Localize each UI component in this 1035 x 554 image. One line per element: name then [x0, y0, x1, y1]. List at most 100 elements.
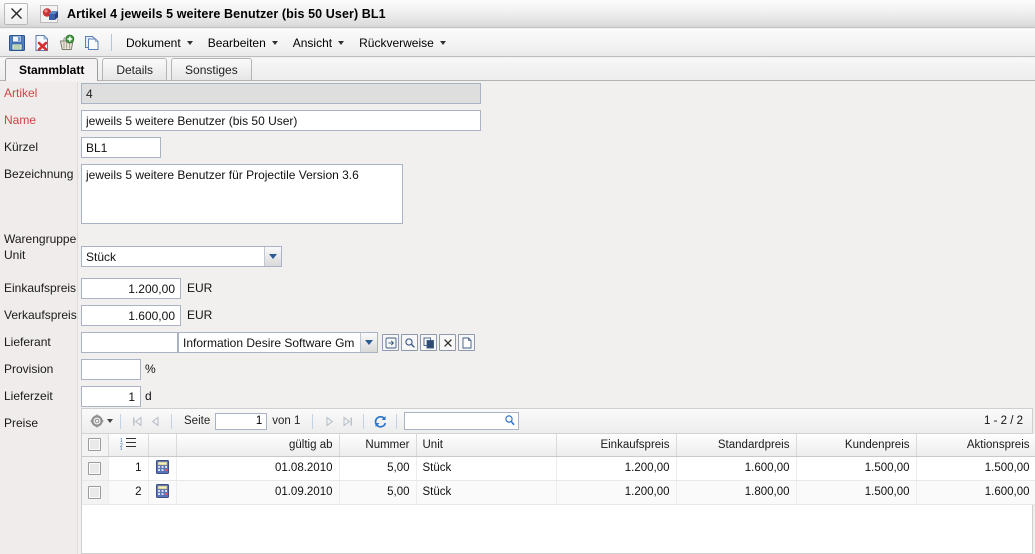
- tab-details[interactable]: Details: [102, 58, 167, 80]
- label-artikel: Artikel: [4, 86, 37, 100]
- lieferzeit-input[interactable]: [81, 386, 141, 407]
- lieferant-select-value: Information Desire Software Gm: [179, 336, 360, 350]
- grid-toolbar-separator: [396, 414, 397, 429]
- grid-search-input[interactable]: [404, 412, 519, 430]
- gear-icon[interactable]: [88, 412, 106, 430]
- preise-table: 1 2 3 gültig ab: [82, 434, 1035, 505]
- grid-toolbar-separator: [120, 414, 121, 429]
- next-page-icon[interactable]: [320, 412, 338, 430]
- grid-toolbar-separator: [312, 414, 313, 429]
- form-area: Artikel Name Kürzel Bezeichnung jeweils …: [0, 82, 1035, 554]
- row-select-cell[interactable]: [82, 456, 108, 480]
- cell-standardpreis: 1.800,00: [676, 480, 796, 504]
- tab-stammblatt[interactable]: Stammblatt: [5, 58, 98, 81]
- cell-nummer: 5,00: [339, 456, 416, 480]
- col-header-standardpreis[interactable]: Standardpreis: [676, 434, 796, 456]
- kuerzel-input[interactable]: [81, 137, 161, 158]
- row-select-cell[interactable]: [82, 480, 108, 504]
- page-label: Seite: [184, 415, 210, 427]
- copy-reference-icon[interactable]: [420, 334, 437, 351]
- chevron-down-icon: [360, 333, 377, 352]
- row-checkbox[interactable]: [88, 486, 101, 499]
- verkaufspreis-currency: EUR: [187, 308, 212, 322]
- row-type-cell[interactable]: [148, 480, 176, 504]
- table-row[interactable]: 1: [82, 456, 1035, 480]
- tab-bar: Stammblatt Details Sonstiges: [0, 58, 1035, 81]
- icon-column-header: [148, 434, 176, 456]
- cell-gueltig-ab: 01.08.2010: [176, 456, 339, 480]
- close-window-button[interactable]: [4, 3, 28, 25]
- tab-sonstiges[interactable]: Sonstiges: [171, 58, 252, 80]
- label-lieferzeit: Lieferzeit: [4, 389, 53, 403]
- chevron-down-icon: [272, 41, 278, 45]
- chevron-down-icon: [264, 247, 281, 266]
- menu-bearbeiten[interactable]: Bearbeiten: [202, 33, 285, 53]
- label-preise: Preise: [4, 416, 38, 430]
- grid-toolbar-separator: [363, 414, 364, 429]
- clear-icon[interactable]: [439, 334, 456, 351]
- col-header-unit[interactable]: Unit: [416, 434, 556, 456]
- new-document-icon[interactable]: [458, 334, 475, 351]
- bezeichnung-textarea[interactable]: jeweils 5 weitere Benutzer für Projectil…: [81, 164, 403, 224]
- row-number-header[interactable]: 1 2 3: [108, 434, 148, 456]
- col-header-nummer[interactable]: Nummer: [339, 434, 416, 456]
- cell-standardpreis: 1.600,00: [676, 456, 796, 480]
- page-input[interactable]: [215, 413, 267, 430]
- menu-dokument[interactable]: Dokument: [120, 33, 200, 53]
- row-type-cell[interactable]: [148, 456, 176, 480]
- add-to-basket-icon[interactable]: [56, 32, 78, 54]
- tab-sonstiges-label: Sonstiges: [185, 63, 238, 77]
- save-icon[interactable]: [6, 32, 28, 54]
- label-unit: Unit: [4, 248, 25, 262]
- artikel-input[interactable]: [81, 83, 481, 104]
- last-page-icon[interactable]: [338, 412, 356, 430]
- lieferant-select[interactable]: Information Desire Software Gm: [178, 332, 378, 353]
- main-toolbar: Dokument Bearbeiten Ansicht Rückverweise: [0, 29, 1035, 57]
- first-page-icon[interactable]: [128, 412, 146, 430]
- table-row[interactable]: 2: [82, 480, 1035, 504]
- lieferant-input[interactable]: [81, 332, 178, 353]
- refresh-icon[interactable]: [371, 412, 389, 430]
- open-reference-icon[interactable]: [382, 334, 399, 351]
- close-icon: [9, 6, 24, 21]
- col-header-kundenpreis[interactable]: Kundenpreis: [796, 434, 916, 456]
- copy-icon[interactable]: [81, 32, 103, 54]
- menu-ansicht-label: Ansicht: [293, 36, 332, 50]
- col-header-aktionspreis[interactable]: Aktionspreis: [916, 434, 1035, 456]
- sort-numeric-icon: 1 2 3: [120, 436, 137, 450]
- chevron-down-icon: [338, 41, 344, 45]
- cell-gueltig-ab: 01.09.2010: [176, 480, 339, 504]
- menu-rueckverweise[interactable]: Rückverweise: [353, 33, 453, 53]
- name-input[interactable]: [81, 110, 481, 131]
- previous-page-icon[interactable]: [146, 412, 164, 430]
- cell-aktionspreis: 1.500,00: [916, 456, 1035, 480]
- select-all-checkbox[interactable]: [88, 438, 101, 451]
- search-icon[interactable]: [401, 334, 418, 351]
- col-header-einkaufspreis[interactable]: Einkaufspreis: [556, 434, 676, 456]
- record-count: 1 - 2 / 2: [984, 415, 1023, 427]
- title-bar: Artikel 4 jeweils 5 weitere Benutzer (bi…: [0, 0, 1035, 28]
- calculator-icon: [156, 460, 169, 474]
- row-checkbox[interactable]: [88, 462, 101, 475]
- col-header-gueltig-ab[interactable]: gültig ab: [176, 434, 339, 456]
- unit-select[interactable]: Stück: [81, 246, 282, 267]
- label-warengruppe: Warengruppe: [4, 232, 76, 246]
- cell-unit: Stück: [416, 456, 556, 480]
- chevron-down-icon[interactable]: [107, 419, 113, 423]
- tab-stammblatt-label: Stammblatt: [19, 63, 84, 77]
- provision-input[interactable]: [81, 359, 141, 380]
- cell-kundenpreis: 1.500,00: [796, 480, 916, 504]
- einkaufspreis-input[interactable]: [81, 278, 181, 299]
- menu-ansicht[interactable]: Ansicht: [287, 33, 351, 53]
- row-number: 2: [108, 480, 148, 504]
- label-lieferant: Lieferant: [4, 335, 51, 349]
- label-einkaufspreis: Einkaufspreis: [4, 281, 76, 295]
- verkaufspreis-input[interactable]: [81, 305, 181, 326]
- label-provision: Provision: [4, 362, 53, 376]
- cell-aktionspreis: 1.600,00: [916, 480, 1035, 504]
- select-all-header[interactable]: [82, 434, 108, 456]
- delete-document-icon[interactable]: [31, 32, 53, 54]
- cell-unit: Stück: [416, 480, 556, 504]
- toolbar-separator: [111, 34, 112, 51]
- chevron-down-icon: [187, 41, 193, 45]
